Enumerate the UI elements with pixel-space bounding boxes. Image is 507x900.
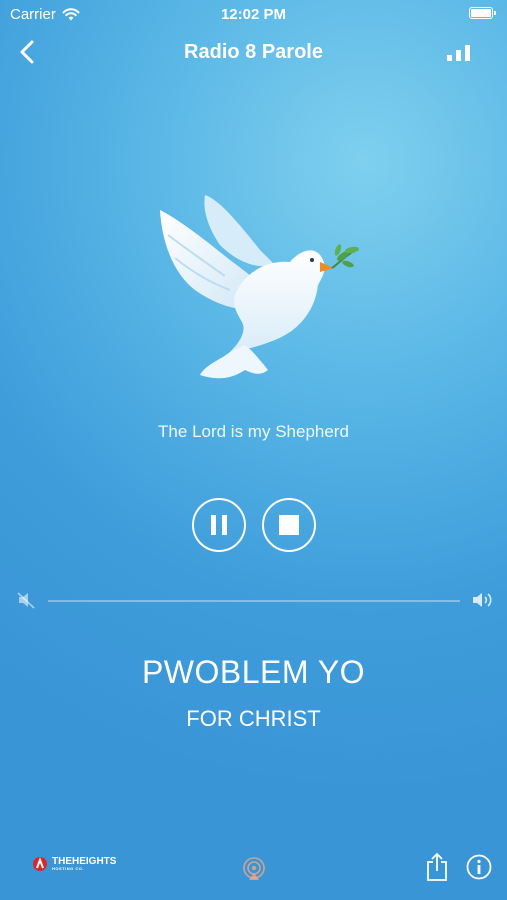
info-button[interactable] [466,854,492,880]
bottom-toolbar: THEHEIGHTS HOSTING CO. [0,840,507,900]
brand-logo[interactable]: THEHEIGHTS HOSTING CO. [32,856,116,872]
volume-track [48,600,460,602]
status-time: 12:02 PM [220,6,287,23]
now-playing-title: PWOBLEM YO [141,654,366,690]
now-playing-artist: FOR CHRIST [186,706,321,731]
status-bar: Carrier 12:02 PM [0,0,507,28]
airplay-icon [243,857,265,880]
info-icon [466,854,492,880]
navigation-bar: Radio 8 Parole [0,28,507,76]
share-button[interactable] [425,852,449,882]
pause-icon [210,515,227,535]
battery-icon [469,7,496,19]
stop-icon [278,515,299,535]
brand-subtitle: HOSTING CO. [52,866,84,871]
signal-button[interactable] [447,45,473,63]
share-icon [427,852,447,881]
speaker-mute-icon [17,592,35,609]
signal-bars-icon [447,45,470,61]
station-tagline: The Lord is my Shepherd [158,422,349,441]
page-title: Radio 8 Parole [184,41,323,63]
speaker-loud-icon [473,593,492,607]
volume-slider[interactable] [14,588,494,614]
airplay-button[interactable] [241,856,267,882]
playback-controls [0,498,507,552]
pause-button[interactable] [191,498,246,552]
dove-artwork [160,195,359,379]
brand-mark-icon [33,857,47,871]
stop-button[interactable] [261,498,316,552]
